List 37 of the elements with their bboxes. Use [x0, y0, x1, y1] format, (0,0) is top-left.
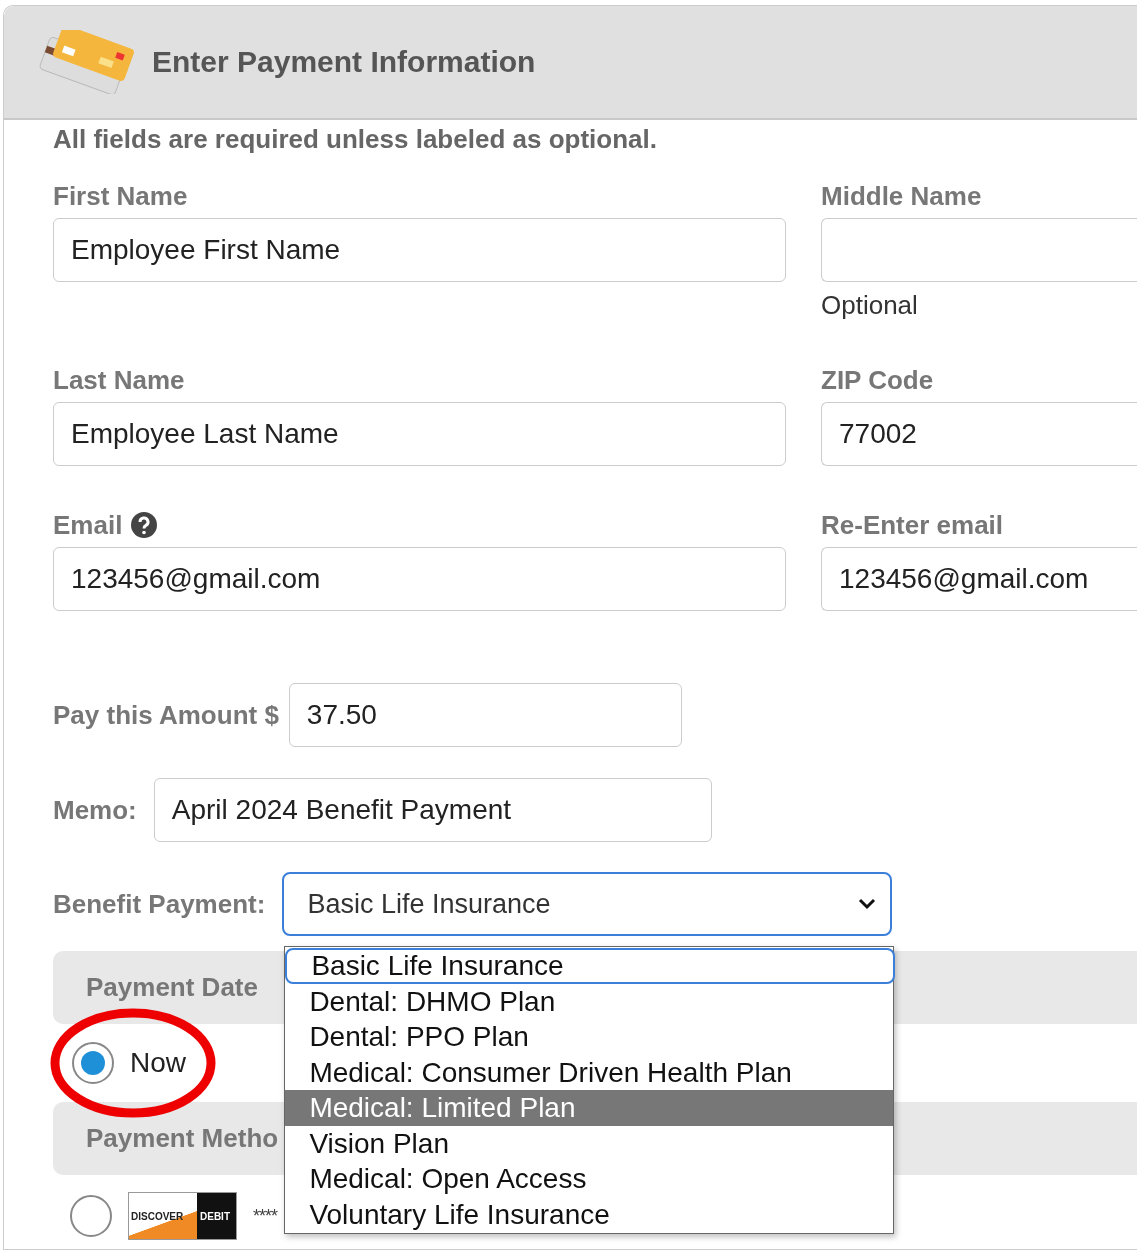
radio-button[interactable]	[70, 1195, 112, 1237]
text-field[interactable]: 123456@gmail.com	[53, 547, 786, 611]
field-label: Last Name	[53, 364, 185, 396]
field-label: Memo:	[53, 794, 137, 826]
dropdown-option[interactable]: Medical: Consumer Driven Health Plan	[285, 1054, 894, 1090]
field-label: Benefit Payment:	[53, 888, 266, 920]
card-number: ****	[253, 1205, 278, 1227]
section-title: Payment Metho	[86, 1123, 279, 1154]
instruction-text: All fields are required unless labeled as optional.	[53, 124, 657, 155]
field-label: Re-Enter email	[821, 509, 1004, 541]
field-label: Pay this Amount $	[53, 699, 279, 731]
dropdown-option[interactable]: Basic Life Insurance	[285, 948, 896, 984]
text-field[interactable]	[821, 218, 1137, 282]
radio-label: Now	[130, 1047, 186, 1079]
text-field[interactable]: Employee Last Name	[53, 402, 786, 466]
dropdown-option[interactable]: Voluntary Life Insurance	[285, 1196, 894, 1232]
dropdown-option[interactable]: Medical: Limited Plan	[285, 1090, 894, 1126]
text-field[interactable]: 77002	[821, 402, 1137, 466]
radio-button[interactable]	[72, 1042, 114, 1084]
dropdown-option[interactable]: Vision Plan	[285, 1125, 894, 1161]
dropdown-option[interactable]: Dental: DHMO Plan	[285, 983, 894, 1019]
dropdown-option[interactable]: Dental: PPO Plan	[285, 1019, 894, 1055]
text-field[interactable]: 123456@gmail.com	[821, 547, 1137, 611]
field-label: First Name	[53, 180, 188, 212]
card-logo: DISCOVER DEBIT	[128, 1192, 237, 1240]
field-label: Email	[53, 509, 123, 541]
section-title: Payment Date	[86, 972, 258, 1003]
memo-field[interactable]: April 2024 Benefit Payment	[153, 778, 712, 842]
field-label: Middle Name	[821, 180, 982, 212]
help-icon[interactable]	[130, 511, 159, 539]
chevron-down-icon	[858, 898, 877, 910]
field-label: ZIP Code	[821, 364, 934, 396]
optional-hint: Optional	[821, 290, 918, 321]
panel-title: Enter Payment Information	[152, 45, 536, 79]
amount-field[interactable]: 37.50	[288, 683, 682, 747]
dropdown-option[interactable]: Medical: Open Access	[285, 1161, 894, 1197]
text-field[interactable]: Employee First Name	[53, 218, 786, 282]
